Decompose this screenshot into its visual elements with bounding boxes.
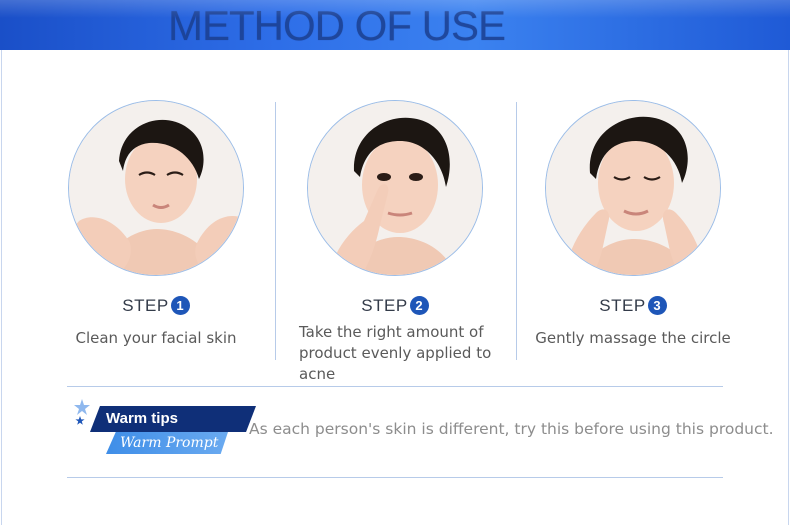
page-title: METHOD OF USE (168, 2, 506, 49)
step-3-label-text: STEP (599, 296, 646, 315)
tips-divider-top (67, 386, 723, 387)
step-2: STEP 2 Take the right amount of product e… (295, 98, 495, 383)
step-1-number-badge: 1 (170, 296, 190, 315)
header-banner: METHOD OF USE (0, 0, 790, 50)
step-2-label: STEP 2 (295, 296, 495, 316)
step-2-description: Take the right amount of product evenly … (299, 322, 519, 385)
frame-border-right (788, 50, 789, 525)
warm-tips-title: Warm tips (90, 406, 256, 432)
apply-product-illustration (308, 101, 482, 275)
warm-tips-badge: Warm tips Warm Prompt (72, 398, 256, 462)
step-2-description-line-2: product evenly applied to acne (299, 344, 492, 383)
step-3-number-badge: 3 (647, 296, 667, 315)
step-1-description: Clean your facial skin (75, 329, 237, 347)
step-2-description-line-1: Take the right amount of (299, 323, 484, 341)
face-wash-illustration (69, 101, 243, 275)
star-icon (74, 399, 90, 425)
warm-tips-subtitle: Warm Prompt (106, 432, 228, 454)
step-2-label-text: STEP (361, 296, 408, 315)
step-1: STEP 1 Clean your facial skin (56, 98, 256, 368)
step-2-photo (307, 100, 483, 276)
frame-border-left (1, 50, 2, 525)
massage-illustration (546, 101, 720, 275)
step-divider-1 (275, 102, 276, 360)
step-3: STEP 3 Gently massage the circle (533, 98, 733, 368)
step-1-label-text: STEP (122, 296, 169, 315)
step-3-description: Gently massage the circle (535, 329, 731, 347)
step-divider-2 (516, 102, 517, 360)
warm-tips-note: As each person's skin is different, try … (249, 420, 774, 438)
tips-divider-bottom (67, 477, 723, 478)
step-2-number-badge: 2 (409, 296, 429, 315)
step-3-photo (545, 100, 721, 276)
step-1-label: STEP 1 (56, 296, 256, 316)
step-1-photo (68, 100, 244, 276)
step-3-label: STEP 3 (533, 296, 733, 316)
